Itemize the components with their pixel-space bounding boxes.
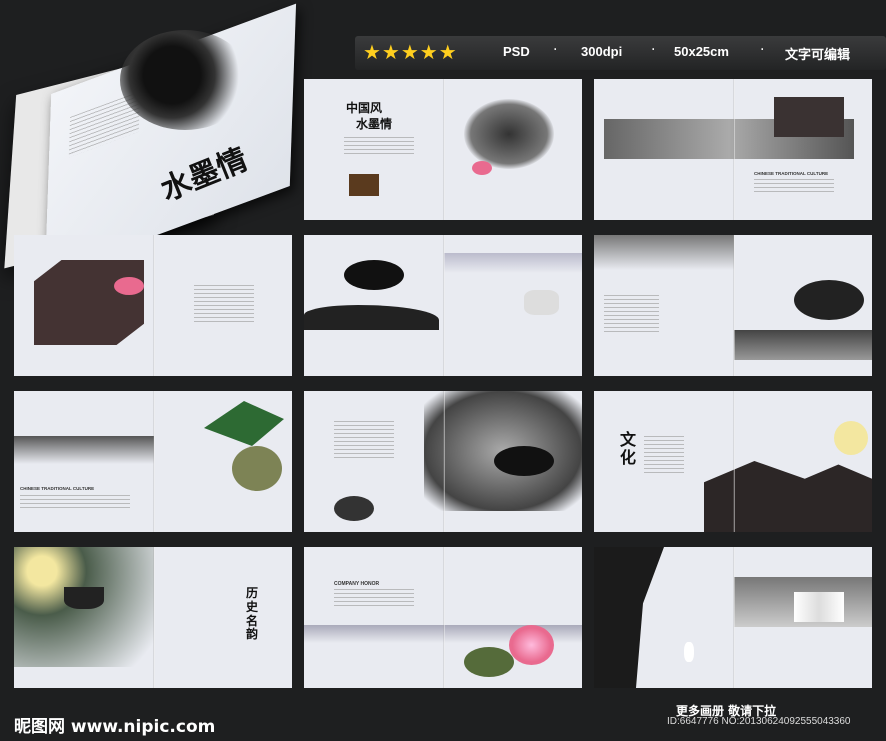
body-text-lines: [334, 589, 414, 609]
body-text-lines: [344, 137, 414, 157]
separator: ·: [553, 42, 558, 58]
lotus-flower-icon: [472, 161, 492, 175]
spread-9[interactable]: 历史名韵: [14, 547, 292, 688]
editable-text-label: 文字可编辑: [785, 47, 851, 62]
village-ink-icon: [734, 330, 872, 360]
image-id: ID:6647776 NO:20130624092555043360: [667, 716, 851, 727]
pavilion-ink-icon: [704, 461, 872, 532]
spread-2[interactable]: CHINESE TRADITIONAL CULTURE: [594, 79, 872, 220]
white-horse-icon: [524, 290, 559, 315]
spread-6[interactable]: CHINESE TRADITIONAL CULTURE: [14, 391, 292, 532]
separator: ·: [760, 42, 765, 58]
crane-bird-icon: [684, 642, 694, 662]
spread-11[interactable]: [594, 547, 872, 688]
lotus-flower-icon: [114, 277, 144, 295]
body-text-lines: [194, 285, 254, 325]
separator: ·: [651, 42, 656, 58]
body-text-lines: [334, 421, 394, 461]
spread-8[interactable]: 文化: [594, 391, 872, 532]
spread-caption: COMPANY HONOR: [334, 581, 380, 587]
mountain-ink-icon: [14, 436, 154, 464]
resolution-label: 300dpi: [581, 44, 623, 59]
body-text-lines: [644, 436, 684, 476]
spread-title-line2: 水墨情: [356, 117, 393, 131]
spread-caption: CHINESE TRADITIONAL CULTURE: [20, 486, 95, 491]
spread-4[interactable]: [304, 235, 582, 376]
spread-title: 文化: [620, 430, 637, 467]
rating-stars-icon: ★★★★★: [363, 40, 458, 64]
lotus-flower-icon: [509, 625, 554, 665]
spread-7[interactable]: [304, 391, 582, 532]
body-text-lines: [604, 295, 659, 335]
ink-hill-icon: [304, 305, 439, 330]
old-tree-icon: [594, 547, 664, 688]
ink-stone-icon: [464, 99, 554, 169]
spread-1[interactable]: 中国风 水墨情: [304, 79, 582, 220]
full-moon-icon: [834, 421, 868, 455]
lotus-leaf-icon: [334, 496, 374, 521]
spread-10[interactable]: COMPANY HONOR: [304, 547, 582, 688]
spread-caption: CHINESE TRADITIONAL CULTURE: [754, 171, 829, 176]
yin-yang-ink-icon: [120, 30, 250, 130]
body-text-lines: [754, 179, 834, 193]
teacup-icon: [64, 587, 104, 609]
pine-tree-icon: [794, 280, 864, 320]
bamboo-plant-icon: [204, 401, 284, 446]
spec-bar: ★★★★★ PSD · 300dpi · 50x25cm · 文字可编辑: [355, 36, 886, 70]
spread-3[interactable]: [14, 235, 292, 376]
distant-mountain-icon: [444, 253, 582, 273]
spread-title: 历史名韵: [246, 586, 259, 642]
size-label: 50x25cm: [674, 44, 729, 59]
cover-book[interactable]: 水墨情: [0, 3, 330, 277]
format-label: PSD: [503, 44, 530, 59]
waterfall-icon: [794, 592, 844, 622]
body-text-lines: [20, 495, 130, 509]
pottery-vase-icon: [232, 446, 282, 491]
spread-title-line1: 中国风: [346, 101, 383, 115]
ink-table-icon: [349, 174, 379, 196]
pine-tree-icon: [344, 260, 404, 290]
lattice-window-icon: [34, 260, 144, 345]
pagoda-roof-icon: [774, 97, 844, 137]
spread-5[interactable]: [594, 235, 872, 376]
site-logo[interactable]: 昵图网 www.nipic.com: [14, 712, 215, 737]
lotus-leaf-icon: [464, 647, 514, 677]
pine-tree-icon: [494, 446, 554, 476]
mountain-ink-icon: [594, 235, 734, 270]
